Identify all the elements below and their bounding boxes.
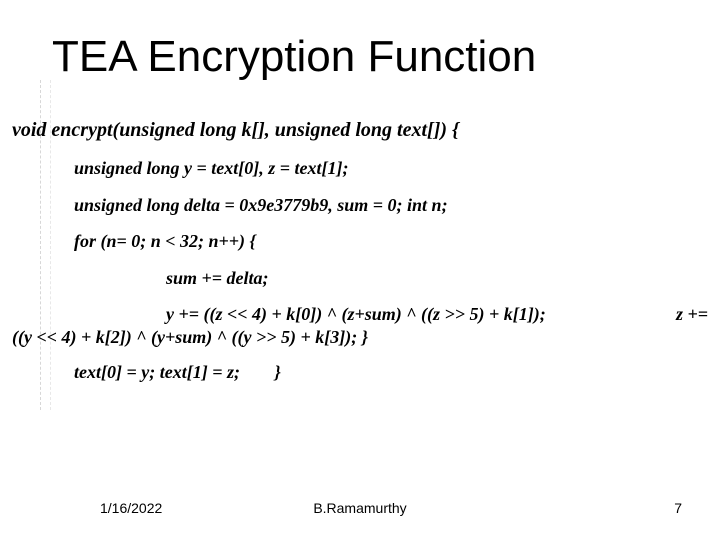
- code-closing-brace: }: [274, 362, 280, 382]
- code-function-signature: void encrypt(unsigned long k[], unsigned…: [12, 118, 708, 143]
- code-assign-text: text[0] = y; text[1] = z;: [74, 362, 240, 382]
- code-sum-line: sum += delta;: [166, 267, 708, 290]
- code-wrap-row1-tail: z +=: [676, 303, 708, 326]
- slide-title: TEA Encryption Function: [52, 32, 536, 82]
- code-wrapped-block: y += ((z << 4) + k[0]) ^ (z+sum) ^ ((z >…: [12, 303, 708, 348]
- footer-author: B.Ramamurthy: [0, 500, 720, 516]
- slide: TEA Encryption Function void encrypt(uns…: [0, 0, 720, 540]
- code-for-loop: for (n= 0; n < 32; n++) {: [74, 230, 708, 253]
- code-declaration-2: unsigned long delta = 0x9e3779b9, sum = …: [74, 194, 708, 217]
- code-declaration-1: unsigned long y = text[0], z = text[1];: [74, 157, 708, 180]
- code-assign-line: text[0] = y; text[1] = z; }: [74, 362, 708, 383]
- code-wrap-row2: ((y << 4) + k[2]) ^ (y+sum) ^ ((y >> 5) …: [12, 326, 708, 349]
- code-block: void encrypt(unsigned long k[], unsigned…: [12, 118, 708, 383]
- footer-page-number: 7: [674, 500, 682, 516]
- code-wrap-row1-main: y += ((z << 4) + k[0]) ^ (z+sum) ^ ((z >…: [166, 304, 546, 324]
